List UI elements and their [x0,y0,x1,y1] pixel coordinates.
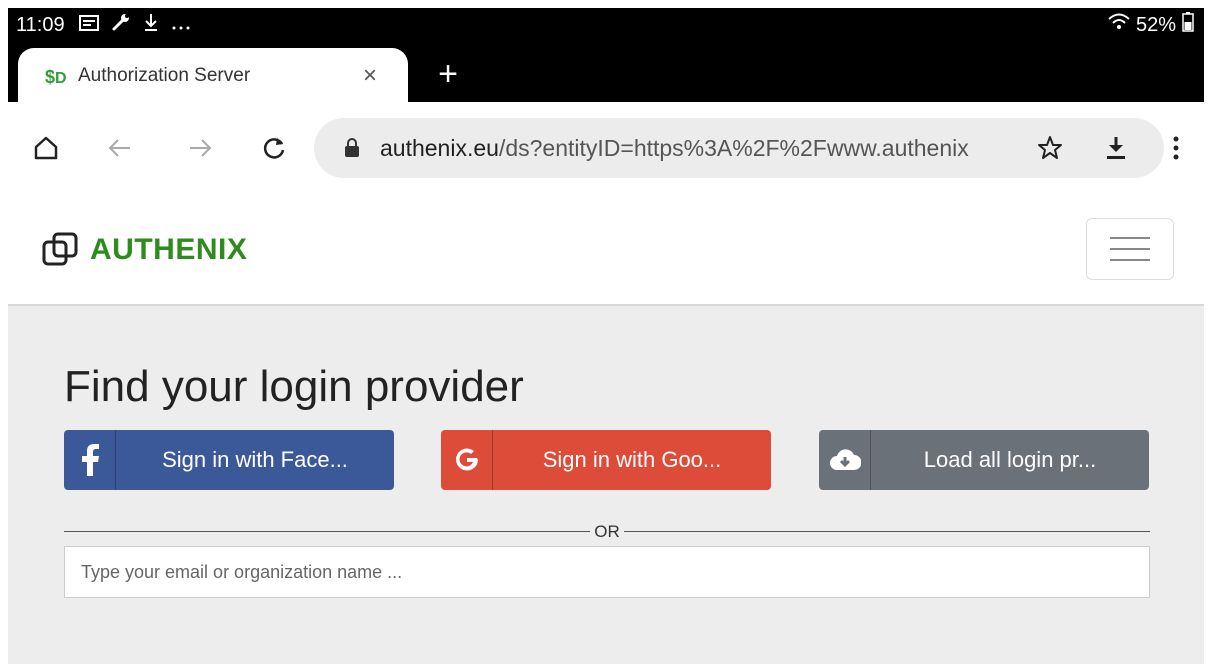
wifi-icon [1108,13,1130,37]
hamburger-line [1110,237,1150,239]
brand-name: AUTHENIX [90,233,248,266]
facebook-signin-button[interactable]: Sign in with Face... [64,430,394,490]
load-all-providers-label: Load all login pr... [923,447,1097,472]
facebook-signin-label: Sign in with Face... [162,447,348,472]
battery-icon [1182,12,1194,38]
home-icon[interactable] [26,128,66,168]
google-icon [441,430,493,490]
svg-text:D: D [55,70,67,87]
cloud-download-icon [819,430,871,490]
download-page-icon[interactable] [1098,130,1134,166]
menu-toggle-button[interactable] [1086,218,1174,280]
url-path: /ds?entityID=https%3A%2F%2Fwww.authenix [498,134,969,161]
main-content: Find your login provider Sign in with Fa… [8,306,1204,664]
tab-close-icon[interactable]: × [356,62,384,90]
authenix-logo-icon [42,232,78,266]
facebook-icon [64,430,116,490]
or-label: OR [594,522,620,541]
address-bar[interactable]: authenix.eu/ds?entityID=https%3A%2F%2Fww… [314,118,1164,178]
google-signin-button[interactable]: Sign in with Goo... [441,430,771,490]
download-icon [143,12,159,38]
page-title: Find your login provider [64,362,524,411]
separator-line [624,531,1150,532]
wrench-icon [111,12,131,38]
svg-text:$: $ [45,67,55,87]
forward-icon[interactable] [180,128,220,168]
notification-icon [78,14,99,37]
battery-level: 52% [1135,13,1176,36]
back-icon[interactable] [100,128,140,168]
bookmark-star-icon[interactable] [1032,130,1068,166]
tab-title: Authorization Server [78,65,251,86]
browser-menu-icon[interactable] [1156,128,1196,168]
tab-authorization-server[interactable]: $ D Authorization Server × [18,48,408,104]
google-signin-label: Sign in with Goo... [542,447,722,472]
provider-search-input[interactable] [64,546,1150,598]
hamburger-line [1110,248,1150,250]
url-text: authenix.eu/ds?entityID=https%3A%2F%2Fww… [380,135,1020,162]
reload-icon[interactable] [254,128,294,168]
or-separator: OR [64,520,1150,544]
hamburger-line [1110,259,1150,261]
load-all-providers-button[interactable]: Load all login pr... [819,430,1149,490]
site-header: AUTHENIX [8,194,1204,306]
url-host: authenix.eu [380,134,499,161]
separator-line [64,531,590,532]
favicon-icon: $ D [44,64,68,88]
brand-logo[interactable]: AUTHENIX [40,230,247,270]
status-time: 11:09 [16,13,65,36]
status-right: 52% [1108,12,1194,38]
browser-toolbar: authenix.eu/ds?entityID=https%3A%2F%2Fww… [8,102,1204,194]
status-icons [78,12,191,38]
lock-icon [342,136,362,160]
more-icon [171,14,191,37]
tab-strip: $ D Authorization Server × + [8,42,1204,104]
new-tab-button[interactable]: + [428,54,468,94]
status-bar: 11:09 52% [8,8,1204,42]
